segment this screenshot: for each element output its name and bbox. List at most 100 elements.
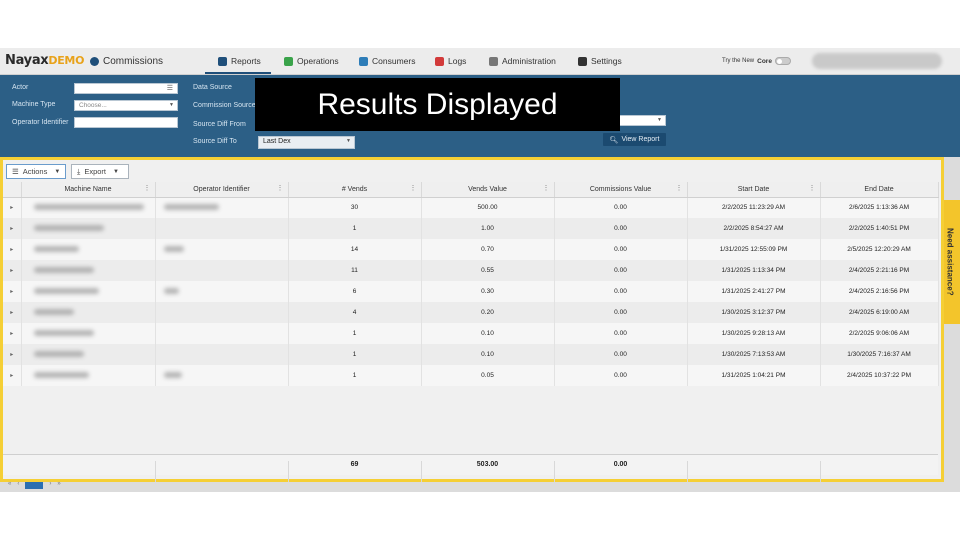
expand-row-icon[interactable]: ▸	[3, 302, 22, 323]
nav-logs[interactable]: Logs	[435, 56, 466, 66]
machine-name-cell	[21, 218, 156, 239]
start-date-cell: 1/30/2025 3:12:37 PM	[687, 302, 821, 323]
column-menu-icon[interactable]: ⋮	[676, 184, 683, 192]
nav-reports-label: Reports	[231, 56, 261, 66]
extra-select[interactable]	[616, 115, 666, 126]
view-report-button[interactable]: 🔍︎ View Report	[603, 133, 666, 146]
try-core-toggle[interactable]: Try the New Core	[722, 57, 791, 65]
column-header-commissions-value[interactable]: Commissions Value ⋮	[554, 182, 688, 198]
operator-identifier-cell	[155, 323, 289, 344]
nav-administration[interactable]: Administration	[489, 56, 556, 66]
redacted-text	[33, 287, 99, 294]
redacted-text	[33, 245, 79, 252]
try-core-prefix: Try the New	[722, 58, 755, 64]
operator-identifier-cell	[155, 197, 289, 218]
table-row[interactable]: ▸ 6 0.30 0.00 1/31/2025 2:41:27 PM 2/4/2025 2…	[3, 281, 939, 302]
end-date-cell: 2/5/2025 12:20:29 AM	[820, 239, 939, 260]
page-last[interactable]: »	[57, 481, 60, 487]
export-button[interactable]: ⤓ Export ▼	[71, 164, 129, 179]
expand-row-icon[interactable]: ▸	[3, 260, 22, 281]
expand-row-icon[interactable]: ▸	[3, 218, 22, 239]
column-menu-icon[interactable]: ⋮	[277, 184, 284, 192]
column-header-end-date[interactable]: End Date	[820, 182, 939, 198]
nav-operations-label: Operations	[297, 56, 339, 66]
redacted-text	[163, 203, 219, 210]
try-core-brand: Core	[757, 57, 772, 65]
redacted-text	[33, 266, 94, 273]
actions-button[interactable]: ☰ Actions ▼	[6, 164, 66, 179]
table-row[interactable]: ▸ 1 1.00 0.00 2/2/2025 8:54:27 AM 2/2/2025 1:…	[3, 218, 939, 239]
nav-operations[interactable]: Operations	[284, 56, 339, 66]
column-header-vends-value[interactable]: Vends Value ⋮	[421, 182, 555, 198]
column-header-machine-name[interactable]: Machine Name ⋮	[21, 182, 156, 198]
active-tab-indicator	[205, 72, 271, 74]
source-diff-to-value: Last Dex	[263, 138, 291, 145]
table-row[interactable]: ▸ 1 0.10 0.00 1/30/2025 7:13:53 AM 1/30/2025 …	[3, 344, 939, 365]
machine-name-cell	[21, 281, 156, 302]
app-name-label: Commissions	[103, 56, 164, 67]
expand-row-icon[interactable]: ▸	[3, 344, 22, 365]
actor-input[interactable]: ☰	[74, 83, 178, 94]
redacted-text	[163, 245, 184, 252]
expand-row-icon[interactable]: ▸	[3, 197, 22, 218]
machine-name-cell	[21, 302, 156, 323]
vends-value-cell: 0.70	[421, 239, 555, 260]
commissions-value-cell: 0.00	[554, 260, 688, 281]
expand-row-icon[interactable]: ▸	[3, 323, 22, 344]
table-row[interactable]: ▸ 1 0.10 0.00 1/30/2025 9:28:13 AM 2/2/2025 9…	[3, 323, 939, 344]
table-row[interactable]: ▸ 14 0.70 0.00 1/31/2025 12:55:09 PM 2/5/2025…	[3, 239, 939, 260]
source-diff-to-select[interactable]: Last Dex	[258, 136, 355, 149]
machine-type-label: Machine Type	[12, 101, 56, 108]
nayax-logo[interactable]: NayaxDEMO	[5, 53, 84, 68]
screenshot-stage: NayaxDEMO Commissions Reports Operations…	[0, 0, 960, 540]
reports-icon	[218, 56, 227, 66]
column-header-vends[interactable]: # Vends ⋮	[288, 182, 422, 198]
page-first[interactable]: «	[8, 481, 11, 487]
table-row[interactable]: ▸ 30 500.00 0.00 2/2/2025 11:23:29 AM 2/6/202…	[3, 197, 939, 218]
column-header-operator-identifier[interactable]: Operator Identifier ⋮	[155, 182, 289, 198]
vends-cell: 11	[288, 260, 422, 281]
column-menu-icon[interactable]: ⋮	[410, 184, 417, 192]
page-current[interactable]	[25, 479, 44, 489]
nav-consumers-label: Consumers	[372, 56, 416, 66]
logo-text: Nayax	[5, 53, 49, 68]
consumers-icon	[359, 56, 368, 66]
search-icon: 🔍︎	[609, 136, 619, 144]
expand-row-icon[interactable]: ▸	[3, 239, 22, 260]
column-menu-icon[interactable]: ⋮	[144, 184, 151, 192]
vends-value-cell: 500.00	[421, 197, 555, 218]
table-row[interactable]: ▸ 1 0.05 0.00 1/31/2025 1:04:21 PM 2/4/2025 1…	[3, 365, 939, 386]
toggle-switch[interactable]	[774, 57, 791, 65]
expand-row-icon[interactable]: ▸	[3, 365, 22, 386]
table-row[interactable]: ▸ 4 0.20 0.00 1/30/2025 3:12:37 PM 2/4/2025 6…	[3, 302, 939, 323]
table-row[interactable]: ▸ 11 0.55 0.00 1/31/2025 1:13:34 PM 2/4/2025 …	[3, 260, 939, 281]
commissions-value-cell: 0.00	[554, 239, 688, 260]
machine-name-cell	[21, 260, 156, 281]
nav-settings[interactable]: Settings	[578, 56, 622, 66]
page-prev[interactable]: ‹	[17, 481, 19, 487]
chevron-down-icon: ▼	[113, 168, 119, 175]
end-date-cell: 2/4/2025 10:37:22 PM	[820, 365, 939, 386]
redacted-text	[33, 224, 104, 231]
nav-reports[interactable]: Reports	[218, 56, 261, 66]
operator-identifier-input[interactable]	[74, 117, 178, 128]
expand-row-icon[interactable]: ▸	[3, 281, 22, 302]
total-vends-value: 503.00	[476, 461, 499, 468]
app-switcher[interactable]: Commissions	[90, 56, 163, 67]
machine-type-select[interactable]: Choose...	[74, 100, 178, 111]
pagination: « ‹ › »	[8, 478, 61, 490]
header-row: Machine Name ⋮ Operator Identifier ⋮ # Ven…	[3, 182, 939, 198]
source-diff-to-label: Source Diff To	[193, 138, 237, 145]
need-assistance-tab[interactable]: Need assistance?	[940, 200, 960, 324]
operator-identifier-cell	[155, 302, 289, 323]
column-menu-icon[interactable]: ⋮	[809, 184, 816, 192]
start-date-cell: 2/2/2025 11:23:29 AM	[687, 197, 821, 218]
column-menu-icon[interactable]: ⋮	[543, 184, 550, 192]
start-date-cell: 1/31/2025 1:13:34 PM	[687, 260, 821, 281]
column-header-start-date[interactable]: Start Date ⋮	[687, 182, 821, 198]
page-next[interactable]: ›	[49, 481, 51, 487]
commissions-value-cell: 0.00	[554, 218, 688, 239]
end-date-cell: 2/2/2025 1:40:51 PM	[820, 218, 939, 239]
nav-consumers[interactable]: Consumers	[359, 56, 415, 66]
user-menu-blurred[interactable]	[812, 53, 942, 69]
